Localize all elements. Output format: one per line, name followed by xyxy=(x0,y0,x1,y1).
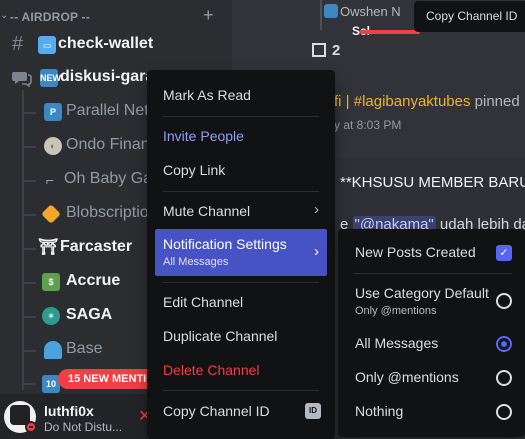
thread-count-value: 2 xyxy=(332,42,341,59)
thread-label: Parallel Net xyxy=(66,102,149,119)
menu-label: Invite People xyxy=(163,128,244,144)
checkbox-checked-icon[interactable]: ✓ xyxy=(496,245,512,261)
menu-sublabel: All Messages xyxy=(163,256,229,268)
option-sublabel: Only @mentions xyxy=(355,305,437,317)
forum-icon xyxy=(12,72,32,87)
message-heading: **KHSUSU MEMBER BARU xyxy=(340,174,525,191)
nothing-option[interactable]: Nothing xyxy=(346,396,520,426)
create-channel-plus-icon[interactable]: + xyxy=(203,5,214,26)
pin-channel-tag[interactable]: fi | #lagibanyaktubes xyxy=(334,93,471,110)
new-emoji-icon: NEW xyxy=(40,69,61,87)
menu-separator xyxy=(163,191,319,192)
hash-icon: # xyxy=(12,33,24,55)
reply-line xyxy=(320,0,322,30)
edit-channel-item[interactable]: Edit Channel xyxy=(155,288,327,316)
thread-label: SAGA xyxy=(66,306,113,323)
wallet-emoji-icon: ▭ xyxy=(38,36,56,54)
thread-label: Farcaster xyxy=(60,238,133,255)
all-messages-option[interactable]: All Messages xyxy=(346,328,520,358)
channel-label: check-wallet xyxy=(58,35,154,52)
thread-label: Accrue xyxy=(66,272,121,289)
thread-label: Base xyxy=(66,340,103,357)
radio-icon[interactable] xyxy=(496,293,512,309)
notification-submenu: New Posts Created ✓ Use Category Default… xyxy=(338,229,525,437)
blue-dome-emoji-icon xyxy=(44,341,62,359)
menu-separator xyxy=(354,273,512,274)
radio-selected-icon[interactable] xyxy=(496,336,512,352)
mark-as-read-item[interactable]: Mark As Read xyxy=(155,81,327,109)
reply-username[interactable]: Owshen N xyxy=(340,4,401,19)
menu-label: Mark As Read xyxy=(163,87,251,103)
menu-separator xyxy=(163,282,319,283)
duplicate-channel-item[interactable]: Duplicate Channel xyxy=(155,322,327,350)
pin-notice: fi | #lagibanyaktubes pinned xyxy=(334,93,520,110)
menu-label: Delete Channel xyxy=(163,362,260,378)
tag-emoji-icon xyxy=(41,204,61,224)
menu-label: Edit Channel xyxy=(163,294,244,310)
invite-people-item[interactable]: Invite People xyxy=(155,122,327,150)
shell-emoji-icon: ◐ xyxy=(44,137,62,155)
expand-icon xyxy=(312,43,326,57)
dnd-status-icon xyxy=(25,421,37,433)
user-status: Do Not Distu... xyxy=(44,420,123,434)
chevron-right-icon: › xyxy=(314,243,319,260)
arch-emoji-icon: ⛩ xyxy=(38,239,59,256)
menu-label: Copy Channel ID xyxy=(163,403,270,419)
reply-user-avatar xyxy=(324,4,338,18)
peacock-emoji-icon: ✶ xyxy=(42,307,60,325)
option-label: Only @mentions xyxy=(355,369,459,385)
delete-channel-item[interactable]: Delete Channel xyxy=(155,356,327,384)
mute-channel-item[interactable]: Mute Channel › xyxy=(155,197,327,225)
username[interactable]: luthfi0x xyxy=(44,403,94,419)
use-category-default-option[interactable]: Use Category Default Only @mentions xyxy=(346,278,520,324)
copy-link-item[interactable]: Copy Link xyxy=(155,156,327,184)
new-posts-created-option[interactable]: New Posts Created ✓ xyxy=(346,237,520,267)
category-header[interactable]: ⌄ -- AIRDROP -- + xyxy=(0,4,232,28)
tooltip: Copy Channel ID xyxy=(414,1,525,32)
chevron-right-icon: › xyxy=(314,201,319,218)
menu-separator xyxy=(163,116,319,117)
p-emoji-icon: P xyxy=(44,103,62,121)
thread-label: Blobscription xyxy=(66,204,158,221)
radio-icon[interactable] xyxy=(496,404,512,420)
option-label: New Posts Created xyxy=(355,244,476,260)
option-label: Nothing xyxy=(355,403,404,419)
id-icon: ID xyxy=(305,403,321,419)
chevron-down-icon: ⌄ xyxy=(0,10,9,21)
menu-separator xyxy=(163,390,319,391)
pin-text: pinned xyxy=(470,93,520,110)
thread-label: Oh Baby Gar xyxy=(64,170,158,187)
menu-label: Mute Channel xyxy=(163,203,251,219)
menu-label: Copy Link xyxy=(163,162,226,178)
menu-label: Duplicate Channel xyxy=(163,328,278,344)
option-label: All Messages xyxy=(355,335,439,351)
notification-settings-item[interactable]: Notification Settings All Messages › xyxy=(155,229,327,276)
radio-icon[interactable] xyxy=(496,370,512,386)
copy-channel-id-item[interactable]: Copy Channel ID ID xyxy=(155,397,327,425)
menu-label: Notification Settings xyxy=(163,236,287,252)
thread-count[interactable]: 2 xyxy=(312,42,340,59)
channel-check-wallet[interactable]: # ▭ check-wallet xyxy=(0,30,232,60)
highlight-strip xyxy=(360,30,420,34)
category-label: -- AIRDROP -- xyxy=(10,10,90,24)
channel-context-menu: Mark As Read Invite People Copy Link Mut… xyxy=(147,70,335,439)
money-wings-emoji-icon: $ xyxy=(42,273,60,291)
option-label: Use Category Default xyxy=(355,285,489,301)
pin-timestamp: y at 8:03 PM xyxy=(334,118,402,132)
shoe-emoji-icon: ⌐ xyxy=(45,172,55,188)
only-mentions-option[interactable]: Only @mentions xyxy=(346,362,520,392)
